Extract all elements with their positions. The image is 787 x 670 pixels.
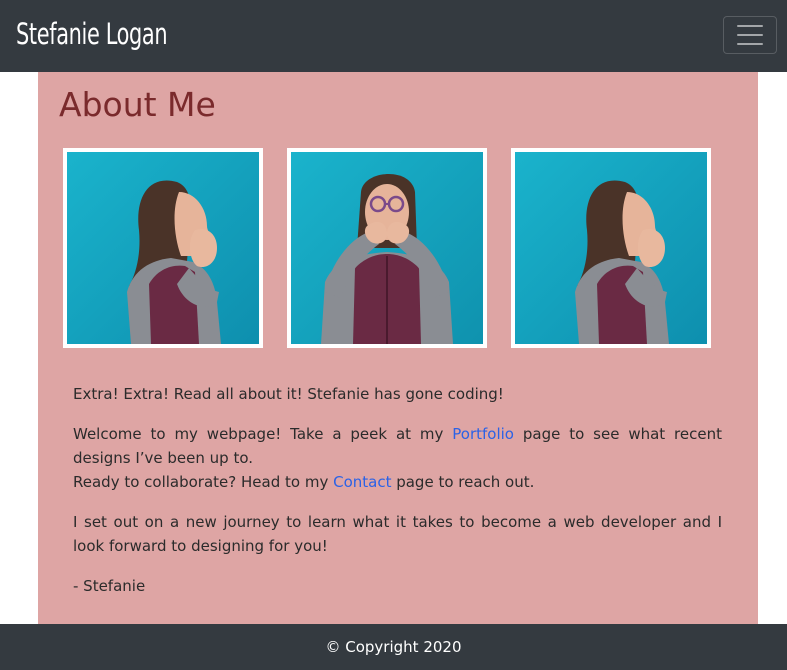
about-content: Extra! Extra! Read all about it! Stefani…	[73, 382, 722, 614]
welcome-text-before: Welcome to my webpage! Take a peek at my	[73, 425, 453, 443]
hamburger-menu-icon-bar	[737, 34, 763, 36]
journey-text: I set out on a new journey to learn what…	[73, 513, 722, 555]
signature-text: - Stefanie	[73, 577, 146, 595]
contact-link[interactable]: Contact	[333, 473, 391, 491]
collab-text-before: Ready to collaborate? Head to my	[73, 473, 334, 491]
brand-link[interactable]: Stefanie Logan	[16, 14, 168, 54]
copyright-text: © Copyright 2020	[325, 638, 462, 656]
hamburger-menu-icon	[737, 25, 763, 27]
page-title: About Me	[59, 85, 216, 124]
profile-photo-3	[511, 148, 711, 348]
intro-text: Extra! Extra! Read all about it! Stefani…	[73, 385, 504, 403]
profile-photo-1	[63, 148, 263, 348]
portfolio-link[interactable]: Portfolio	[452, 425, 514, 443]
profile-photo-2	[287, 148, 487, 348]
navbar: Stefanie Logan	[0, 0, 787, 72]
welcome-paragraph: Welcome to my webpage! Take a peek at my…	[73, 422, 722, 494]
footer: © Copyright 2020	[0, 624, 787, 670]
navbar-toggle-button[interactable]	[723, 16, 777, 54]
collab-text-after: page to reach out.	[391, 473, 535, 491]
hamburger-menu-icon-bar	[737, 43, 763, 45]
about-section: About Me Extra! Extra! Read all about it…	[38, 72, 758, 624]
